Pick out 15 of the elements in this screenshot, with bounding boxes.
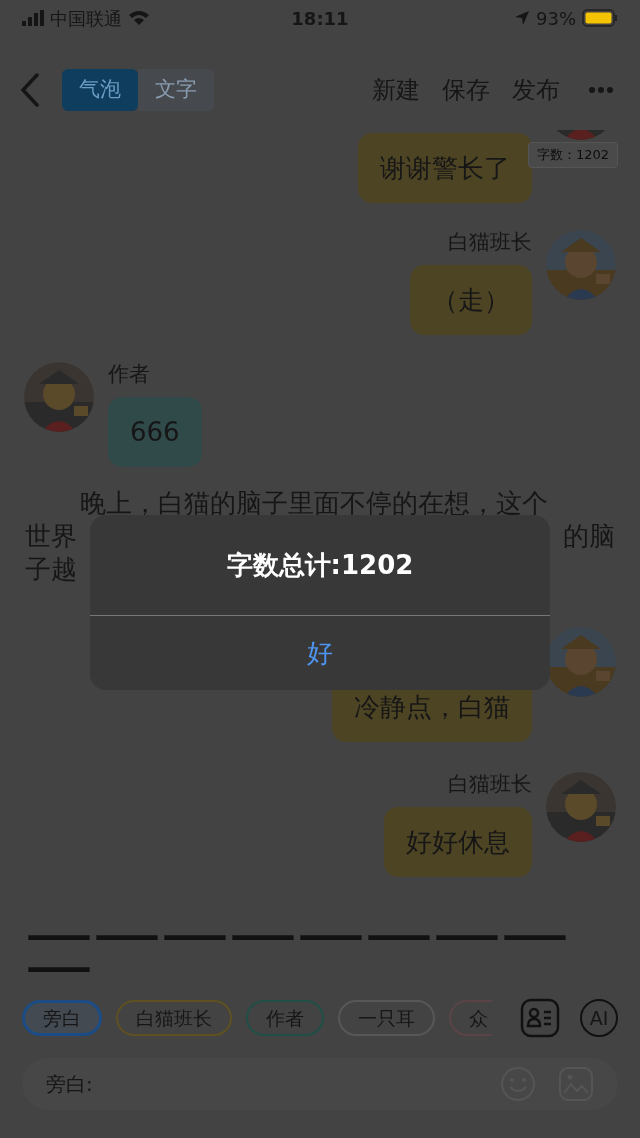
signal-icon — [22, 10, 44, 26]
contact-card-icon[interactable] — [520, 998, 560, 1038]
wifi-icon — [128, 10, 150, 26]
message-bubble: 好好休息 — [384, 807, 532, 877]
word-count-badge: 字数：1202 — [527, 142, 618, 168]
message-bubble: （走） — [410, 265, 532, 335]
more-icon[interactable] — [588, 86, 614, 94]
location-icon — [514, 10, 530, 26]
role-chip[interactable]: 旁白 — [22, 1000, 102, 1036]
dash-text: ————————— — [25, 917, 570, 981]
dialog-title: 字数总计:1202 — [226, 548, 414, 582]
mode-tab[interactable]: 文字 — [138, 69, 214, 111]
mode-tab[interactable]: 气泡 — [62, 69, 138, 111]
battery-icon — [582, 9, 618, 27]
back-icon[interactable] — [20, 73, 40, 107]
